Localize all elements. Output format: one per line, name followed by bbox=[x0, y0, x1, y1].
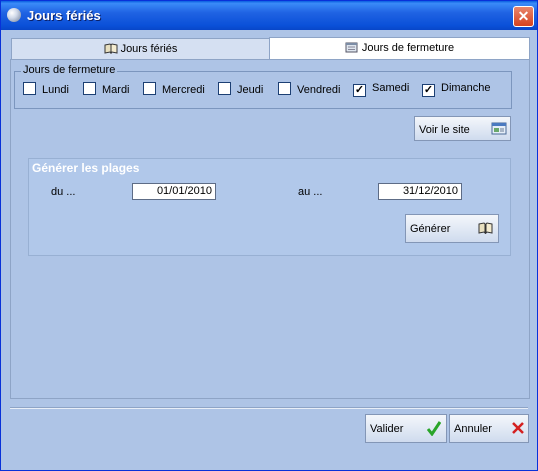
closing-days-legend: Jours de fermeture bbox=[21, 64, 118, 76]
day-vendredi[interactable]: Vendredi bbox=[278, 82, 340, 96]
annuler-button[interactable]: Annuler bbox=[449, 414, 529, 443]
checkbox-mercredi[interactable] bbox=[143, 82, 156, 95]
day-label: Mardi bbox=[102, 84, 130, 96]
app-icon bbox=[7, 8, 21, 22]
book-icon bbox=[104, 43, 118, 54]
day-label: Dimanche bbox=[441, 82, 491, 94]
voir-le-site-button[interactable]: Voir le site bbox=[414, 116, 511, 141]
tab-panel: Jours de fermeture Lundi Mardi Mercredi … bbox=[10, 59, 530, 399]
day-mercredi[interactable]: Mercredi bbox=[143, 82, 205, 96]
website-icon bbox=[491, 122, 507, 135]
tab-jours-de-fermeture[interactable]: Jours de fermeture bbox=[269, 37, 530, 60]
generate-ranges-panel: Générer les plages du ... 01/01/2010 au … bbox=[28, 158, 511, 256]
title-bar[interactable]: Jours fériés ✕ bbox=[1, 1, 537, 30]
bottom-separator bbox=[10, 407, 528, 409]
generate-ranges-title: Générer les plages bbox=[32, 161, 140, 175]
close-icon: ✕ bbox=[517, 8, 530, 24]
closing-days-group: Jours de fermeture Lundi Mardi Mercredi … bbox=[14, 64, 512, 109]
voir-le-site-label: Voir le site bbox=[419, 124, 470, 136]
day-mardi[interactable]: Mardi bbox=[83, 82, 130, 96]
check-icon bbox=[427, 421, 441, 436]
to-label: au ... bbox=[298, 186, 323, 198]
day-jeudi[interactable]: Jeudi bbox=[218, 82, 263, 96]
checkbox-vendredi[interactable] bbox=[278, 82, 291, 95]
tab-label: Jours fériés bbox=[120, 43, 178, 55]
checkbox-mardi[interactable] bbox=[83, 82, 96, 95]
checkbox-jeudi[interactable] bbox=[218, 82, 231, 95]
dialog-window: Jours fériés ✕ Jours fériés Jours de fer… bbox=[0, 0, 538, 471]
day-label: Jeudi bbox=[237, 84, 264, 96]
generer-label: Générer bbox=[410, 223, 451, 235]
day-label: Vendredi bbox=[297, 84, 341, 96]
day-label: Lundi bbox=[42, 84, 69, 96]
calendar-icon bbox=[345, 42, 358, 53]
checkbox-samedi[interactable]: ✓ bbox=[353, 84, 366, 97]
annuler-label: Annuler bbox=[454, 423, 492, 435]
from-label: du ... bbox=[51, 186, 76, 198]
book-icon bbox=[478, 222, 493, 234]
day-lundi[interactable]: Lundi bbox=[23, 82, 69, 96]
valider-button[interactable]: Valider bbox=[365, 414, 447, 443]
from-date-field[interactable]: 01/01/2010 bbox=[132, 183, 216, 200]
tab-label: Jours de fermeture bbox=[361, 42, 455, 54]
close-button[interactable]: ✕ bbox=[513, 6, 534, 27]
valider-label: Valider bbox=[370, 423, 404, 435]
day-label: Samedi bbox=[372, 82, 410, 94]
checkbox-lundi[interactable] bbox=[23, 82, 36, 95]
window-title: Jours fériés bbox=[27, 8, 101, 23]
day-samedi[interactable]: ✓ Samedi bbox=[353, 82, 409, 97]
generer-button[interactable]: Générer bbox=[405, 214, 499, 243]
cross-icon bbox=[512, 422, 524, 434]
checkbox-dimanche[interactable]: ✓ bbox=[422, 84, 435, 97]
day-label: Mercredi bbox=[162, 84, 205, 96]
day-dimanche[interactable]: ✓ Dimanche bbox=[422, 82, 491, 97]
tab-jours-feries[interactable]: Jours fériés bbox=[11, 38, 270, 60]
to-date-field[interactable]: 31/12/2010 bbox=[378, 183, 462, 200]
